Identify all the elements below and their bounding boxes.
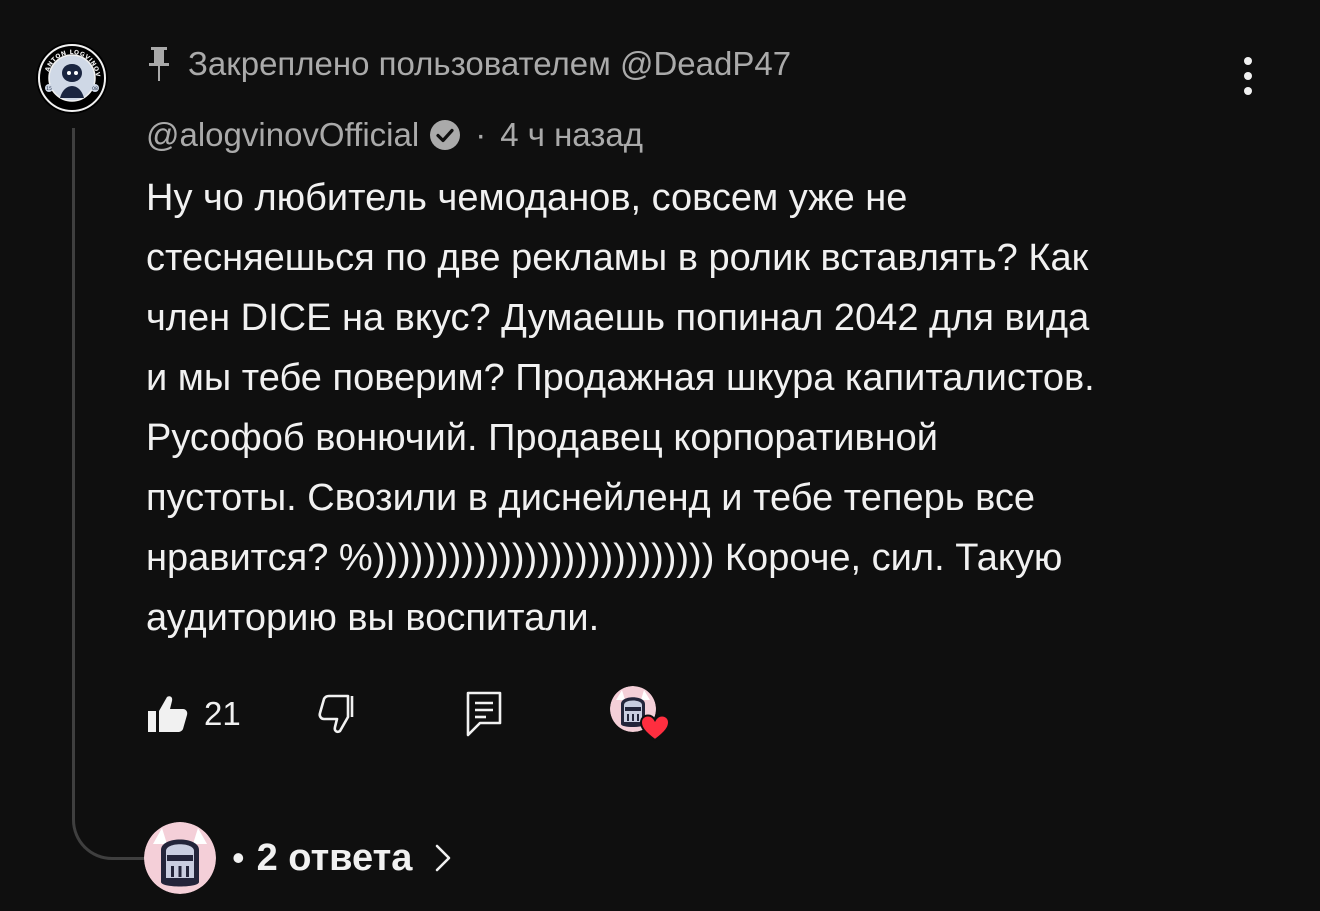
like-count: 21 <box>204 695 241 732</box>
verified-check-icon <box>430 120 461 150</box>
heart-icon <box>640 714 670 742</box>
comment-line: стесняешься по две рекламы в ролик встав… <box>146 237 1089 279</box>
pinned-label: Закреплено пользователем @DeadP47 <box>188 45 792 82</box>
thread-connector-line <box>72 128 148 860</box>
comment-time[interactable]: 4 ч назад <box>500 116 643 154</box>
replies-count: 2 ответа <box>256 836 413 879</box>
comment-meta: @alogvinovOfficial · 4 ч назад <box>146 112 643 158</box>
replies-separator: • <box>232 837 245 878</box>
comment-reply-icon <box>466 691 502 737</box>
more-options-button[interactable] <box>1228 52 1268 100</box>
comment-line: нравится? %))))))))))))))))))))))))))) К… <box>146 537 1063 579</box>
avatar-badge-right: 08 <box>92 86 98 92</box>
view-replies-button[interactable]: • 2 ответа <box>144 822 452 894</box>
thumb-up-filled-icon <box>148 696 188 732</box>
dislike-button[interactable] <box>314 686 358 742</box>
author-handle[interactable]: @alogvinovOfficial <box>146 116 419 154</box>
more-vertical-icon <box>1244 57 1252 95</box>
creator-heart-badge <box>608 684 670 746</box>
comment-body: Ну чо любитель чемоданов, совсем уже не … <box>146 168 1276 648</box>
reply-button[interactable] <box>464 686 504 742</box>
comment-line: пустоты. Свозили в диснейленд и тебе теп… <box>146 477 1035 519</box>
thumb-down-outline-icon <box>318 694 354 734</box>
comment-line: Русофоб вонючий. Продавец корпоративной <box>146 417 939 459</box>
comment-line: и мы тебе поверим? Продажная шкура капит… <box>146 357 1095 399</box>
comment-line: член DICE на вкус? Думаешь попинал 2042 … <box>146 297 1090 339</box>
pin-icon <box>149 47 169 81</box>
avatar-badge-left: 15 <box>46 86 52 92</box>
meta-separator: · <box>475 116 487 153</box>
comment-line: аудиторию вы воспитали. <box>146 597 600 639</box>
reply-author-avatar <box>144 822 216 894</box>
author-avatar[interactable]: ANTON LOGVINOV 15 08 <box>36 42 108 114</box>
chevron-right-icon <box>436 844 451 872</box>
like-button[interactable]: 21 <box>146 686 241 742</box>
pinned-header: Закреплено пользователем @DeadP47 <box>148 42 791 86</box>
comment-line: Ну чо любитель чемоданов, совсем уже не <box>146 177 908 219</box>
